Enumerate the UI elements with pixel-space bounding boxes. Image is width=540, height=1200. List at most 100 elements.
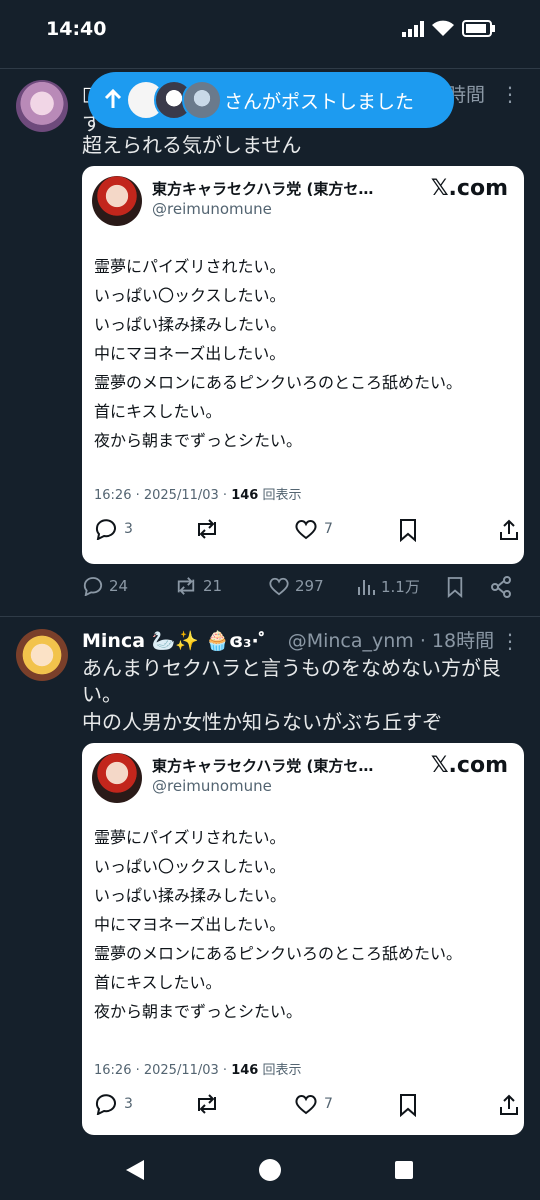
card-views-label: 回表示 (258, 1063, 302, 1078)
status-time: 14:40 (46, 18, 107, 40)
bookmark-icon (447, 577, 463, 598)
card-share-button[interactable] (498, 1093, 520, 1117)
card-like-button[interactable]: 7 (294, 1093, 333, 1115)
reply-icon (95, 1094, 116, 1115)
like-count: 297 (295, 577, 324, 595)
bookmark-icon (400, 1094, 416, 1117)
views-icon (358, 579, 375, 595)
recents-icon[interactable] (394, 1160, 414, 1184)
display-name[interactable]: Minca 🦢✨ 🧁ɞ₃·゜ (82, 630, 278, 652)
card-bookmark-button[interactable] (398, 1093, 418, 1117)
retweet-count: 21 (203, 577, 223, 595)
card-line: 夜から朝までずっとシたい。 (94, 431, 303, 450)
card-avatar (92, 176, 142, 226)
card-bookmark-button[interactable] (398, 518, 418, 542)
card-name: 東方キャラセクハラ党 (東方セ… (152, 180, 374, 198)
system-nav-bar (0, 1138, 540, 1200)
card-handle: @reimunomune (152, 200, 272, 218)
new-posts-label: さんがポストしました (224, 91, 415, 113)
reply-button[interactable]: 24 (82, 576, 128, 596)
avatar[interactable] (16, 80, 68, 132)
card-name: 東方キャラセクハラ党 (東方セ… (152, 757, 374, 775)
reply-icon (95, 519, 116, 540)
card-line: 中にマヨネーズ出したい。 (94, 344, 286, 363)
card-line: いっぱい〇ックスしたい。 (94, 857, 286, 876)
quoted-card[interactable]: 東方キャラセクハラ党 (東方セ… @reimunomune 𝕏.com 霊夢にパ… (82, 166, 524, 564)
card-reply-button[interactable]: 3 (94, 1093, 133, 1115)
card-reply-button[interactable]: 3 (94, 518, 133, 540)
retweet-button[interactable]: 21 (174, 576, 222, 596)
reply-icon (83, 577, 103, 596)
views-count: 1.1万 (381, 578, 420, 596)
share-icon (491, 576, 511, 598)
card-line: 霊夢にパイズリされたい。 (94, 257, 286, 276)
card-actions: 3 7 (82, 1093, 524, 1123)
card-like-button[interactable]: 7 (294, 518, 333, 540)
card-line: 首にキスしたい。 (94, 402, 222, 421)
card-like-count: 7 (324, 1096, 333, 1112)
card-retweet-button[interactable] (194, 1093, 220, 1115)
like-button[interactable]: 297 (268, 576, 324, 596)
card-line: 首にキスしたい。 (94, 973, 222, 992)
wifi-icon (432, 20, 454, 36)
share-button[interactable] (490, 576, 512, 598)
retweet-icon (177, 577, 195, 595)
avatar[interactable] (16, 629, 68, 681)
bookmark-button[interactable] (446, 576, 464, 598)
card-line: 中にマヨネーズ出したい。 (94, 915, 286, 934)
reply-count: 24 (109, 577, 129, 595)
tweet-text-line: 超えられる気がしません (82, 133, 302, 157)
bookmark-icon (400, 519, 416, 542)
card-body: 霊夢にパイズリされたい。 いっぱい〇ックスしたい。 いっぱい揉み揉みしたい。 中… (94, 252, 514, 455)
x-logo-icon: 𝕏.com (430, 176, 508, 201)
tweet-header: Minca 🦢✨ 🧁ɞ₃·゜ @Minca_ynm · 18時間 (82, 629, 494, 653)
tweet-text-line: 中の人男か女性か知らないがぶち丘すぞ (82, 710, 443, 734)
retweet-icon (198, 519, 216, 539)
card-reply-count: 3 (124, 521, 133, 537)
back-icon[interactable] (124, 1158, 146, 1186)
card-like-count: 7 (324, 521, 333, 537)
signal-icon (402, 20, 424, 37)
more-options-icon[interactable]: ⋮ (500, 82, 520, 106)
card-retweet-button[interactable] (194, 518, 220, 540)
quoted-card[interactable]: 東方キャラセクハラ党 (東方セ… @reimunomune 𝕏.com 霊夢にパ… (82, 743, 524, 1135)
battery-icon (462, 20, 495, 37)
card-meta: 16:26 · 2025/11/03 · 146 回表示 (94, 484, 301, 503)
like-icon (269, 577, 289, 596)
card-line: 霊夢のメロンにあるピンクいろのところ舐めたい。 (94, 373, 463, 392)
poster-avatar (182, 80, 222, 120)
views-button[interactable]: 1.1万 (356, 576, 420, 597)
tweet-text-line: い。 (82, 682, 122, 706)
card-handle: @reimunomune (152, 777, 272, 795)
card-line: 夜から朝までずっとシたい。 (94, 1002, 303, 1021)
status-bar: 14:40 (0, 0, 540, 62)
card-timestamp: 16:26 · 2025/11/03 · (94, 488, 232, 503)
card-line: いっぱい〇ックスしたい。 (94, 286, 286, 305)
card-line: 霊夢のメロンにあるピンクいろのところ舐めたい。 (94, 944, 463, 963)
arrow-up-icon (104, 88, 122, 114)
like-icon (295, 520, 317, 540)
new-posts-pill[interactable]: さんがポストしました (88, 72, 454, 128)
card-reply-count: 3 (124, 1096, 133, 1112)
share-icon (500, 519, 518, 540)
card-body: 霊夢にパイズリされたい。 いっぱい〇ックスしたい。 いっぱい揉み揉みしたい。 中… (94, 823, 514, 1026)
card-views-label: 回表示 (258, 488, 302, 503)
tweet-actions: 24 21 297 1.1万 (82, 576, 522, 606)
card-line: 霊夢にパイズリされたい。 (94, 828, 286, 847)
card-actions: 3 7 (82, 518, 524, 548)
card-avatar (92, 753, 142, 803)
home-icon[interactable] (258, 1158, 282, 1186)
card-views: 146 (231, 1063, 259, 1078)
card-meta: 16:26 · 2025/11/03 · 146 回表示 (94, 1059, 301, 1078)
retweet-icon (198, 1094, 216, 1114)
tweet-2[interactable]: Minca 🦢✨ 🧁ɞ₃·゜ @Minca_ynm · 18時間 ⋮ あんまりセ… (0, 617, 540, 1137)
status-icons (402, 20, 496, 37)
more-options-icon[interactable]: ⋮ (500, 629, 520, 653)
tweet-1[interactable]: □ 時間 ⋮ す 超えられる気がしません 東方キャラセクハラ党 (東方セ… @r… (0, 68, 540, 616)
card-share-button[interactable] (498, 518, 520, 542)
handle-time[interactable]: @Minca_ynm · 18時間 (288, 630, 494, 652)
like-icon (295, 1095, 317, 1115)
card-timestamp: 16:26 · 2025/11/03 · (94, 1063, 232, 1078)
share-icon (500, 1094, 518, 1115)
card-line: いっぱい揉み揉みしたい。 (94, 315, 287, 334)
